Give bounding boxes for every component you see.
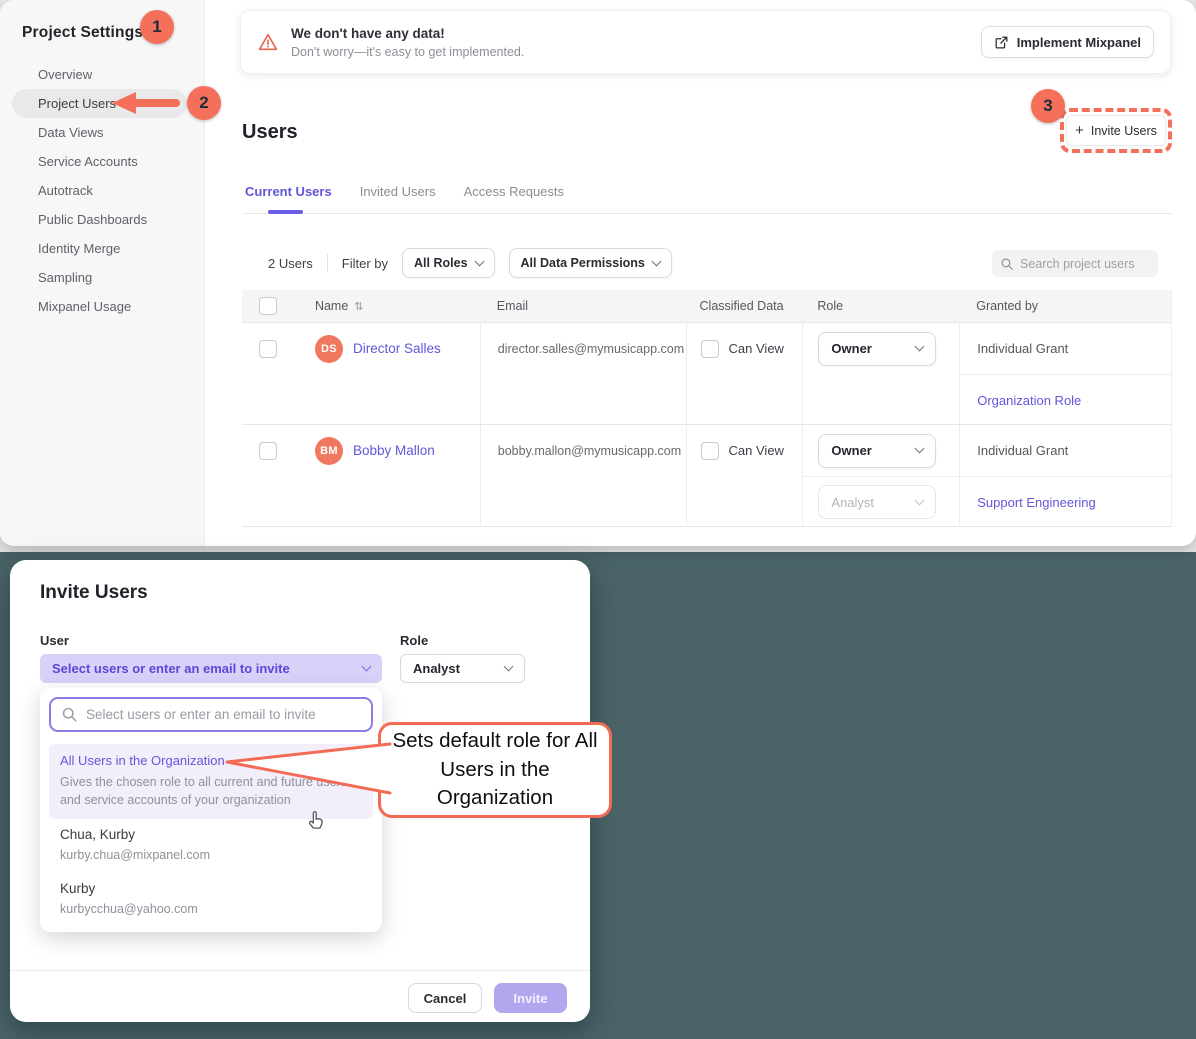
active-tab-underline (268, 210, 303, 214)
user-select-dropdown[interactable]: Select users or enter an email to invite (40, 654, 382, 683)
user-count: 2 Users (268, 256, 313, 271)
granted-by-text: Individual Grant (977, 443, 1068, 458)
user-select-panel: All Users in the Organization Gives the … (40, 688, 382, 932)
vertical-divider (327, 254, 328, 272)
role-select-disabled: Analyst (818, 485, 936, 519)
column-header-role: Role (802, 290, 959, 322)
sidebar-title: Project Settings (22, 24, 143, 42)
chevron-down-icon (651, 256, 661, 266)
user-email: director.salles@mymusicapp.com (498, 342, 684, 356)
no-data-banner: We don't have any data! Don't worry—it's… (240, 10, 1171, 74)
user-email: bobby.mallon@mymusicapp.com (498, 444, 681, 458)
banner-subtitle: Don't worry—it's easy to get implemented… (291, 45, 524, 59)
search-icon (61, 706, 78, 723)
chevron-down-icon (504, 662, 514, 672)
can-view-checkbox[interactable] (701, 442, 719, 460)
callout-bubble: Sets default role for All Users in the O… (378, 722, 612, 818)
roles-filter-dropdown[interactable]: All Roles (402, 248, 495, 278)
roles-filter-label: All Roles (414, 256, 468, 270)
avatar: DS (315, 335, 343, 363)
sidebar-item-sampling[interactable]: Sampling (12, 263, 187, 292)
page: Project Settings Overview Project Users … (0, 0, 1196, 1039)
users-heading: Users (242, 121, 298, 144)
banner-text: We don't have any data! Don't worry—it's… (291, 26, 524, 59)
sort-icon: ⇅ (354, 300, 363, 313)
callout-tail (222, 736, 394, 800)
column-header-classified: Classified Data (686, 290, 803, 322)
table-row: DS Director Salles director.salles@mymus… (242, 323, 1171, 425)
column-header-granted-by: Granted by (959, 290, 1171, 322)
tab-current-users[interactable]: Current Users (245, 184, 332, 199)
role-field-label: Role (400, 633, 428, 648)
tabs-divider (242, 213, 1172, 214)
cancel-button[interactable]: Cancel (408, 983, 482, 1013)
avatar: BM (315, 437, 343, 465)
chevron-down-icon (474, 256, 484, 266)
modal-footer-divider (10, 970, 590, 971)
chevron-down-icon (915, 495, 925, 505)
users-table: Name ⇅ Email Classified Data Role Grante… (242, 290, 1172, 527)
arrow-bar (132, 99, 180, 107)
tab-access-requests[interactable]: Access Requests (464, 184, 564, 199)
option-user[interactable]: Chua, Kurby kurby.chua@mixpanel.com (60, 827, 210, 862)
sidebar-item-overview[interactable]: Overview (12, 60, 187, 89)
step-2-badge: 2 (187, 86, 221, 120)
step-2-arrow (112, 92, 182, 114)
filter-row: 2 Users Filter by All Roles All Data Per… (268, 248, 672, 278)
users-tabs: Current Users Invited Users Access Reque… (245, 184, 564, 199)
warning-icon (257, 31, 279, 53)
user-field-label: User (40, 633, 69, 648)
table-header: Name ⇅ Email Classified Data Role Grante… (242, 290, 1171, 323)
search-icon (1000, 257, 1014, 271)
external-link-icon (994, 35, 1009, 50)
user-name-link[interactable]: Bobby Mallon (353, 443, 435, 458)
sidebar-item-autotrack[interactable]: Autotrack (12, 176, 187, 205)
user-search-box[interactable] (49, 697, 373, 732)
column-header-name[interactable]: Name ⇅ (295, 290, 480, 322)
table-row: BM Bobby Mallon bobby.mallon@mymusicapp.… (242, 425, 1171, 527)
step-3-badge: 3 (1031, 89, 1065, 123)
invite-users-highlight (1060, 108, 1172, 153)
support-engineering-link[interactable]: Support Engineering (977, 495, 1096, 510)
user-search-input[interactable] (86, 707, 346, 722)
select-all-checkbox[interactable] (259, 297, 277, 315)
role-select-dropdown[interactable]: Analyst (400, 654, 525, 683)
search-project-users-box[interactable] (992, 250, 1158, 277)
search-project-users-input[interactable] (1020, 257, 1140, 271)
modal-title: Invite Users (40, 582, 148, 604)
banner-button-label: Implement Mixpanel (1017, 35, 1141, 50)
sidebar-item-public-dashboards[interactable]: Public Dashboards (12, 205, 187, 234)
chevron-down-icon (915, 444, 925, 454)
role-select[interactable]: Owner (818, 332, 936, 366)
user-name-link[interactable]: Director Salles (353, 341, 441, 356)
sidebar-item-mixpanel-usage[interactable]: Mixpanel Usage (12, 292, 187, 321)
column-header-email: Email (480, 290, 686, 322)
permissions-filter-dropdown[interactable]: All Data Permissions (509, 248, 672, 278)
granted-by-text: Individual Grant (977, 341, 1068, 356)
can-view-label: Can View (729, 341, 784, 356)
hand-cursor-icon (306, 810, 327, 831)
option-user[interactable]: Kurby kurbycchua@yahoo.com (60, 881, 198, 916)
tab-invited-users[interactable]: Invited Users (360, 184, 436, 199)
role-select[interactable]: Owner (818, 434, 936, 468)
sidebar-item-identity-merge[interactable]: Identity Merge (12, 234, 187, 263)
chevron-down-icon (915, 342, 925, 352)
implement-mixpanel-button[interactable]: Implement Mixpanel (981, 26, 1154, 58)
banner-title: We don't have any data! (291, 26, 524, 41)
organization-role-link[interactable]: Organization Role (977, 393, 1081, 408)
invite-button[interactable]: Invite (494, 983, 567, 1013)
project-settings-card: Project Settings Overview Project Users … (0, 0, 1196, 546)
row-checkbox[interactable] (259, 442, 277, 460)
sidebar-item-data-views[interactable]: Data Views (12, 118, 187, 147)
permissions-filter-label: All Data Permissions (521, 256, 645, 270)
can-view-checkbox[interactable] (701, 340, 719, 358)
filter-by-label: Filter by (342, 256, 388, 271)
chevron-down-icon (362, 662, 372, 672)
row-checkbox[interactable] (259, 340, 277, 358)
settings-sidebar: Project Settings Overview Project Users … (0, 0, 205, 546)
step-1-badge: 1 (140, 10, 174, 44)
sidebar-item-service-accounts[interactable]: Service Accounts (12, 147, 187, 176)
can-view-label: Can View (729, 443, 784, 458)
